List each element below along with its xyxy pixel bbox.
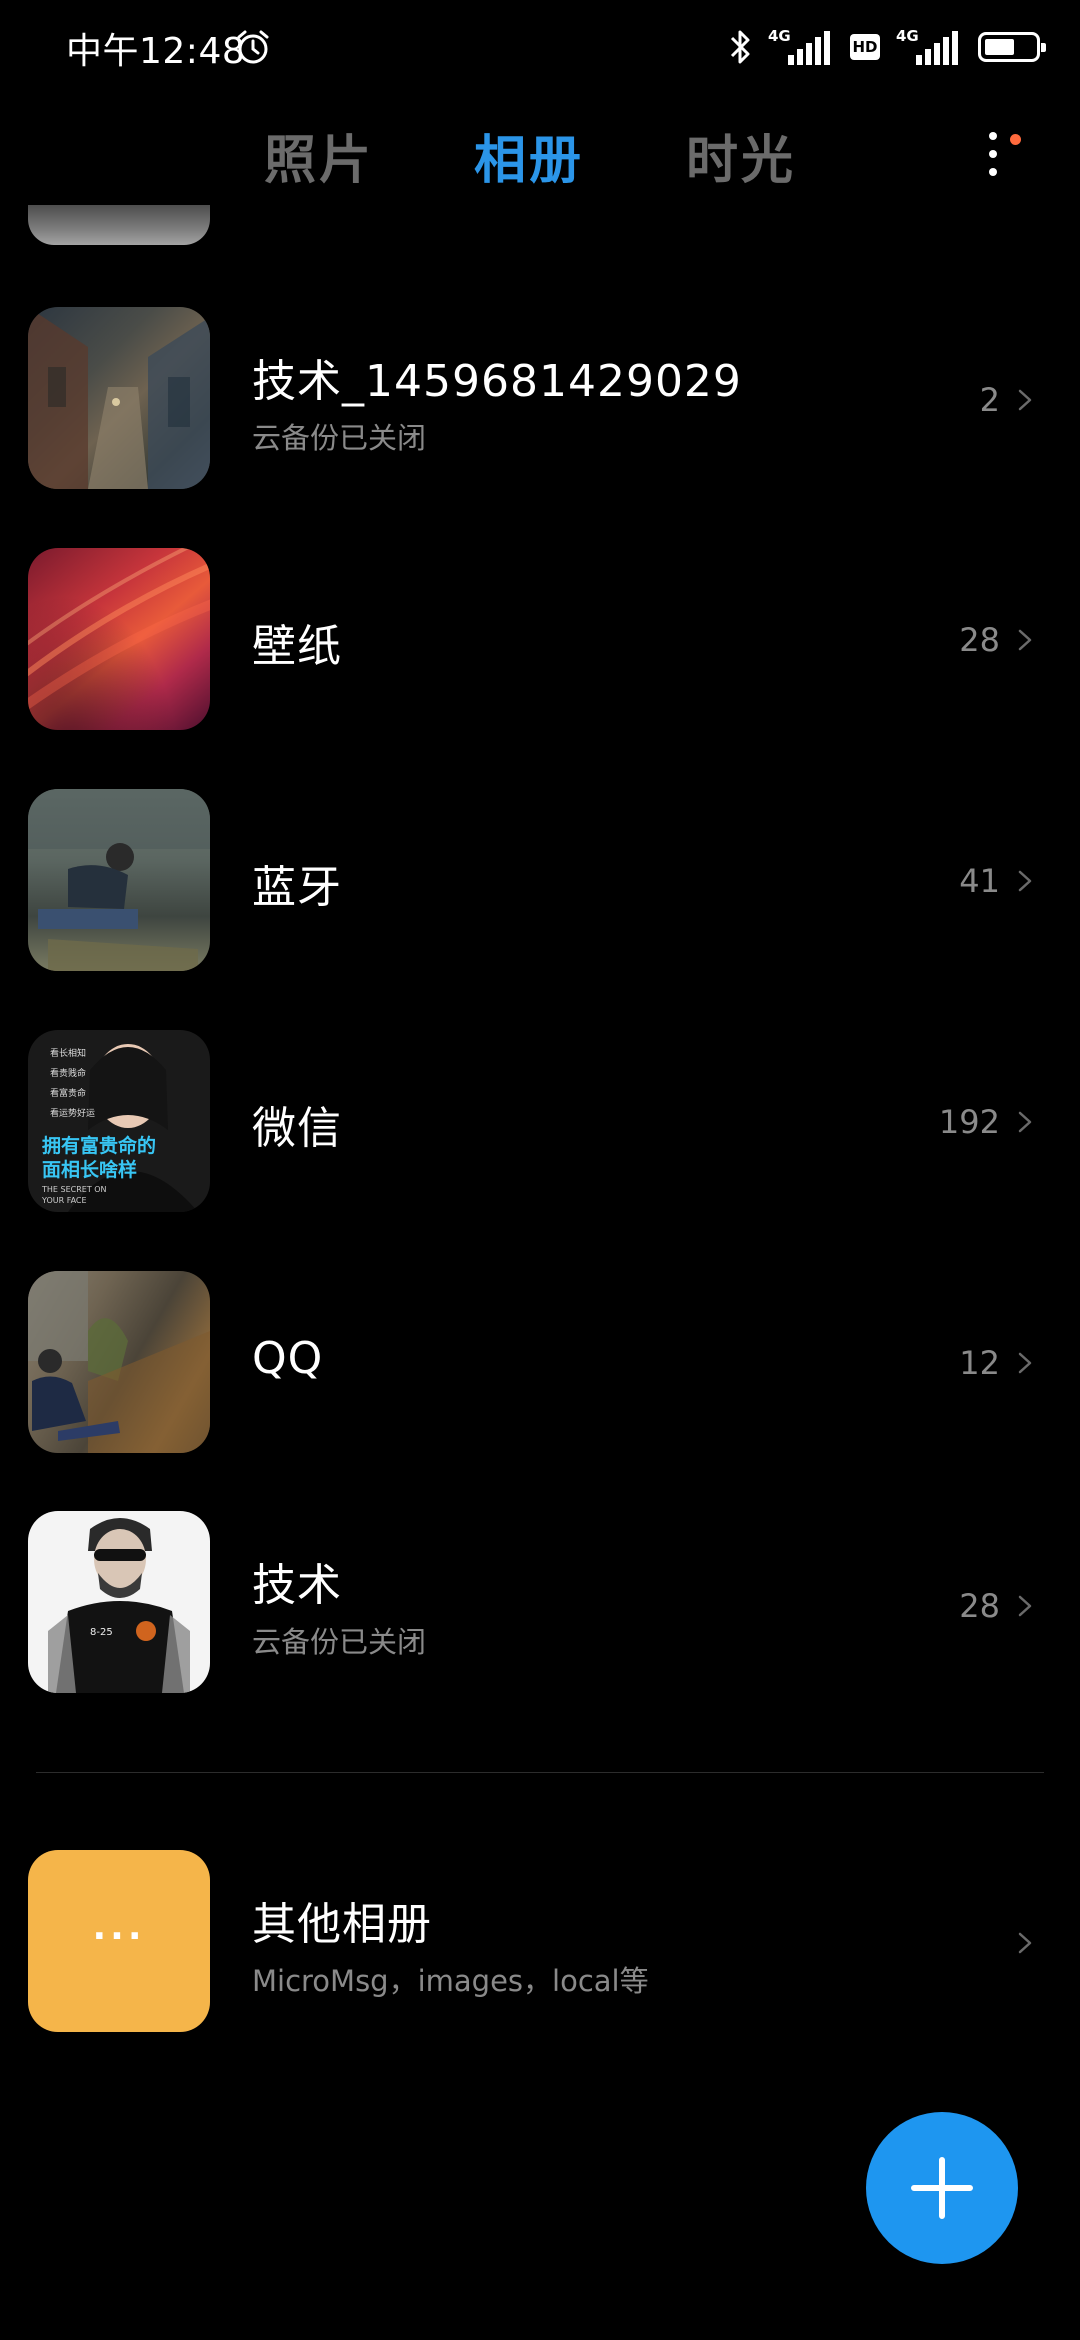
plus-icon [911, 2157, 973, 2219]
album-row[interactable]: 看长相知 看贵贱命 看富贵命 看运势好运 拥有富贵命的 面相长啥样 THE SE… [0, 1030, 1080, 1216]
hd-icon: HD [850, 34, 880, 60]
album-name: 技术_1459681429029 [252, 356, 742, 407]
album-thumbnail: 8-25 [28, 1511, 210, 1693]
chevron-right-icon [1018, 1352, 1032, 1374]
thumb-menu-text: 看贵贱命 [50, 1067, 86, 1079]
chevron-right-icon [1018, 389, 1032, 411]
status-icons: 4G HD 4G [728, 24, 1046, 70]
section-divider [36, 1772, 1044, 1773]
notification-dot [1010, 134, 1021, 145]
alarm-icon [237, 30, 269, 64]
gallery-app: 中午12:48 4G HD 4G 照片 相册 时光 技术_14596814290… [0, 0, 1080, 2340]
album-thumbnail [28, 548, 210, 730]
album-backup-status: 云备份已关闭 [252, 1625, 427, 1659]
album-row[interactable]: QQ 12 [0, 1271, 1080, 1457]
thumb-menu-text: 看运势好运 [50, 1107, 95, 1119]
status-time: 中午12:48 [66, 31, 246, 72]
thumb-shirt-text: 8-25 [90, 1627, 113, 1638]
chevron-right-icon [1018, 629, 1032, 651]
battery-level-fill [985, 39, 1014, 55]
status-bar: 中午12:48 4G HD 4G [0, 0, 1080, 96]
chevron-right-icon [1018, 1111, 1032, 1133]
album-name: QQ [252, 1333, 324, 1384]
album-thumbnail [28, 307, 210, 489]
signal-icon: 4G [768, 27, 834, 67]
album-row[interactable]: 8-25 技术 云备份已关闭 28 [0, 1511, 1080, 1697]
album-count: 192 [938, 1103, 1000, 1141]
more-vertical-icon[interactable] [980, 124, 1024, 184]
album-count: 12 [959, 1344, 1000, 1382]
album-thumbnail-partial[interactable] [28, 205, 210, 245]
signal-icon: 4G [896, 27, 962, 67]
chevron-right-icon [1018, 1595, 1032, 1617]
album-thumbnail [28, 789, 210, 971]
thumb-menu-text: 看富贵命 [50, 1087, 86, 1099]
album-name: 蓝牙 [252, 862, 342, 913]
album-backup-status: 云备份已关闭 [252, 421, 427, 455]
tab-bar: 照片 相册 时光 [0, 118, 1080, 198]
album-count: 28 [959, 621, 1000, 659]
album-count: 28 [959, 1587, 1000, 1625]
thumb-caption: YOUR FACE [41, 1196, 87, 1205]
other-albums-title: 其他相册 [252, 1899, 432, 1950]
album-thumbnail [28, 1271, 210, 1453]
tab-photos[interactable]: 照片 [264, 118, 374, 193]
tab-albums[interactable]: 相册 [474, 118, 584, 193]
chevron-right-icon [1018, 870, 1032, 892]
album-count: 2 [979, 381, 1000, 419]
chevron-right-icon [1018, 1932, 1032, 1954]
album-row[interactable]: 蓝牙 41 [0, 789, 1080, 975]
album-row[interactable]: 壁纸 28 [0, 548, 1080, 734]
album-name: 微信 [252, 1103, 342, 1154]
album-thumbnail: 看长相知 看贵贱命 看富贵命 看运势好运 拥有富贵命的 面相长啥样 THE SE… [28, 1030, 210, 1212]
album-name: 壁纸 [252, 621, 342, 672]
tab-moments[interactable]: 时光 [686, 118, 796, 193]
album-row[interactable]: 技术_1459681429029 云备份已关闭 2 [0, 307, 1080, 493]
thumb-headline: 面相长啥样 [42, 1158, 137, 1181]
thumb-menu-text: 看长相知 [50, 1047, 86, 1059]
other-albums-row[interactable]: ··· 其他相册 MicroMsg，images，local等 [0, 1850, 1080, 2036]
more-horizontal-icon: ··· [28, 1850, 210, 2032]
thumb-headline: 拥有富贵命的 [42, 1134, 156, 1157]
other-albums-subtitle: MicroMsg，images，local等 [252, 1964, 649, 1998]
battery-icon [978, 32, 1046, 62]
thumb-caption: THE SECRET ON [41, 1185, 107, 1194]
album-name: 技术 [252, 1560, 342, 1611]
add-album-button[interactable] [866, 2112, 1018, 2264]
other-albums-icon-text: ··· [92, 1915, 146, 1957]
album-count: 41 [959, 862, 1000, 900]
bluetooth-icon [730, 30, 750, 64]
